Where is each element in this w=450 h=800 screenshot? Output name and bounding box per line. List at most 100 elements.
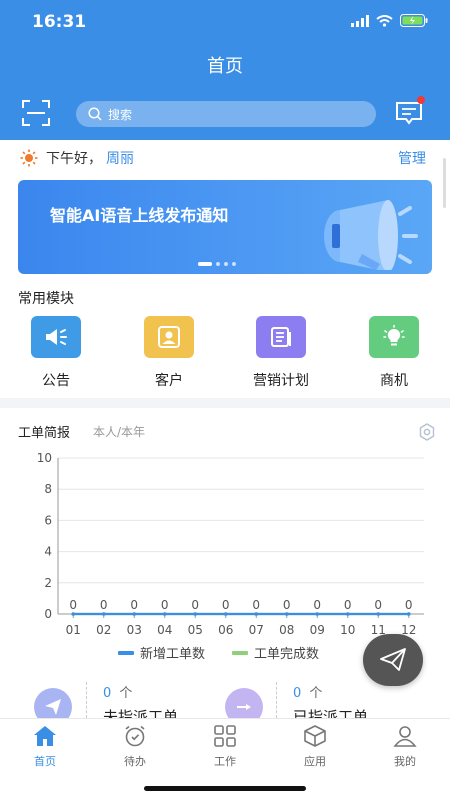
x-tick-label: 05 — [188, 623, 203, 637]
tab-home[interactable]: 首页 — [10, 725, 80, 769]
carousel-dot[interactable] — [232, 262, 236, 266]
message-button[interactable] — [395, 96, 425, 128]
module-marketing-plan[interactable]: 营销计划 — [241, 316, 321, 390]
carousel-dot[interactable] — [198, 262, 212, 266]
x-tick-label: 10 — [340, 623, 355, 637]
data-label: 0 — [69, 598, 77, 612]
data-label: 0 — [374, 598, 382, 612]
message-icon — [396, 102, 422, 125]
module-customer[interactable]: 客户 — [129, 316, 209, 390]
y-tick-label: 6 — [44, 513, 52, 527]
alarm-clock-icon — [125, 725, 145, 747]
data-label: 0 — [405, 598, 413, 612]
send-fab-button[interactable] — [363, 634, 423, 686]
module-label: 商机 — [380, 373, 408, 389]
data-label: 0 — [161, 598, 169, 612]
document-icon — [256, 316, 306, 358]
tab-todo[interactable]: 待办 — [100, 725, 170, 769]
stats-row: 0 个 未指派工单 0 个 已指派工单 — [0, 680, 450, 718]
carousel-dot[interactable] — [216, 262, 220, 266]
stat-unassigned[interactable]: 0 个 未指派工单 — [0, 680, 225, 718]
grid-icon — [214, 725, 236, 747]
status-bar: 16:31 — [0, 0, 450, 44]
banner-text: 智能AI语音上线发布通知 — [50, 206, 229, 225]
scroll-indicator — [443, 158, 446, 208]
stat-divider — [86, 682, 87, 718]
stat-count: 0 — [103, 686, 112, 701]
module-opportunity[interactable]: 商机 — [354, 316, 434, 390]
series-point — [101, 612, 106, 616]
tab-mine[interactable]: 我的 — [370, 725, 440, 769]
signal-icon — [351, 14, 369, 27]
legend-swatch — [232, 651, 248, 655]
person-icon — [144, 316, 194, 358]
series-point — [254, 612, 259, 616]
x-tick-label: 03 — [127, 623, 142, 637]
series-point — [71, 612, 76, 616]
status-icons — [351, 14, 428, 27]
user-name[interactable]: 周丽 — [106, 148, 134, 168]
stat-label: 已指派工单 — [293, 708, 369, 718]
status-time: 16:31 — [32, 12, 87, 32]
x-tick-label: 01 — [66, 623, 81, 637]
data-label: 0 — [191, 598, 199, 612]
x-tick-label: 07 — [249, 623, 264, 637]
search-icon — [88, 107, 102, 121]
data-label: 0 — [130, 598, 138, 612]
battery-icon — [400, 14, 428, 27]
series-point — [284, 612, 289, 616]
stat-count: 0 — [293, 686, 302, 701]
stat-unit: 个 — [309, 686, 323, 701]
announcement-banner[interactable]: 智能AI语音上线发布通知 — [18, 180, 432, 274]
hand-pointer-icon — [225, 688, 263, 718]
send-icon — [34, 688, 72, 718]
section-divider — [0, 398, 450, 408]
data-label: 0 — [222, 598, 230, 612]
y-tick-label: 0 — [44, 607, 52, 621]
stat-unit: 个 — [119, 686, 133, 701]
legend-swatch — [118, 651, 134, 655]
x-tick-label: 09 — [310, 623, 325, 637]
unread-badge — [417, 96, 425, 104]
page-title: 首页 — [207, 56, 243, 77]
y-tick-label: 4 — [44, 545, 52, 559]
tab-work[interactable]: 工作 — [190, 725, 260, 769]
data-label: 0 — [100, 598, 108, 612]
megaphone-icon — [31, 316, 81, 358]
carousel-dot[interactable] — [224, 262, 228, 266]
series-point — [223, 612, 228, 616]
settings-icon[interactable] — [418, 423, 436, 441]
y-tick-label: 8 — [44, 482, 52, 496]
stat-label: 未指派工单 — [103, 708, 179, 718]
modules-title: 常用模块 — [18, 291, 74, 307]
x-tick-label: 08 — [279, 623, 294, 637]
data-label: 0 — [283, 598, 291, 612]
greeting-text: 下午好， — [46, 151, 102, 167]
home-indicator — [144, 786, 306, 791]
tab-label: 我的 — [394, 755, 416, 768]
home-icon — [34, 726, 56, 746]
carousel-dots — [198, 262, 236, 266]
x-tick-label: 04 — [157, 623, 172, 637]
report-scope[interactable]: 本人/本年 — [93, 423, 145, 440]
sun-icon — [20, 149, 38, 167]
lightbulb-icon — [369, 316, 419, 358]
module-label: 公告 — [42, 373, 70, 389]
manage-link[interactable]: 管理 — [398, 148, 426, 168]
scan-icon[interactable] — [22, 100, 50, 126]
tab-apps[interactable]: 应用 — [280, 725, 350, 769]
series-point — [193, 612, 198, 616]
x-tick-label: 02 — [96, 623, 111, 637]
tab-label: 应用 — [304, 755, 326, 768]
user-icon — [393, 726, 417, 747]
module-announcement[interactable]: 公告 — [16, 316, 96, 390]
report-title: 工单简报 — [18, 426, 71, 441]
y-tick-label: 10 — [37, 451, 52, 465]
module-label: 营销计划 — [253, 373, 309, 389]
series-point — [162, 612, 167, 616]
series-point — [132, 612, 137, 616]
megaphone-illustration — [324, 200, 418, 270]
y-tick-label: 2 — [44, 576, 52, 590]
stat-assigned[interactable]: 0 个 已指派工单 — [225, 680, 450, 718]
search-input[interactable]: 搜索 — [76, 101, 376, 127]
